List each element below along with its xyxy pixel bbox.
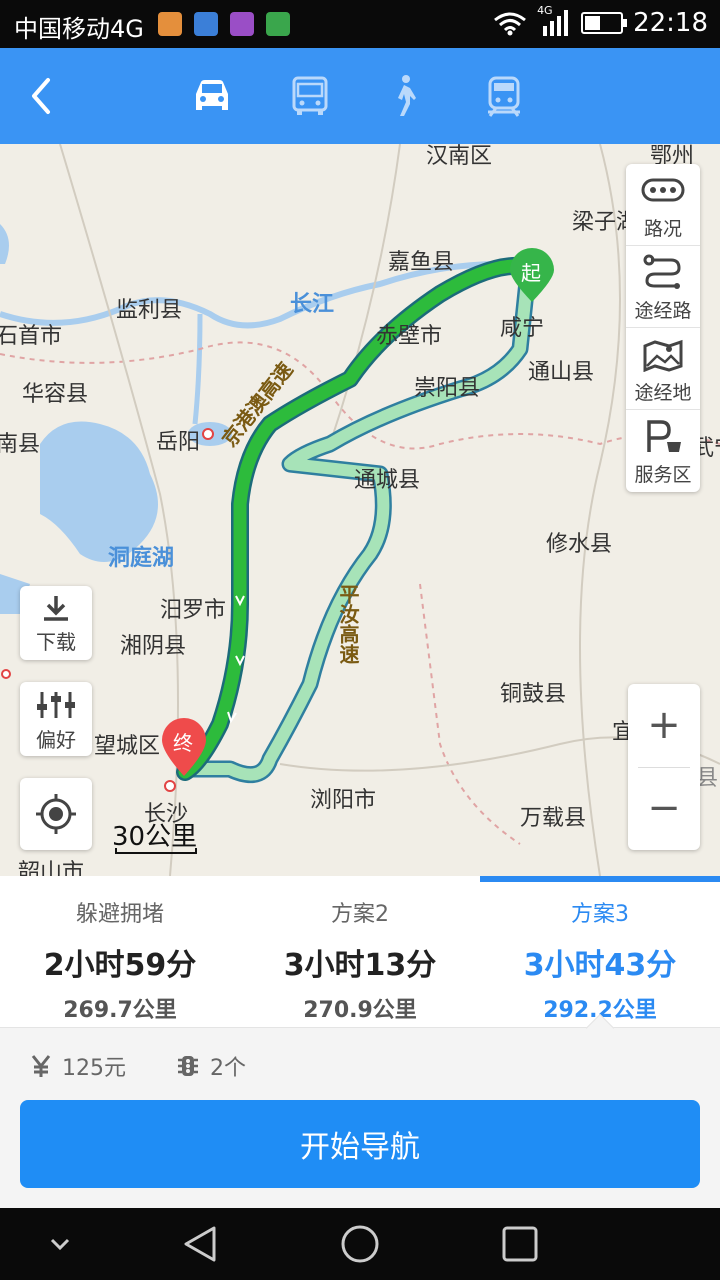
route-option-3[interactable]: 方案3 3小时43分 292.2公里: [480, 876, 720, 1028]
zoom-out-button[interactable]: −: [628, 767, 700, 850]
locate-icon: [36, 794, 76, 834]
yen-icon: [31, 1055, 51, 1077]
carrier-label: 中国移动4G: [14, 15, 144, 43]
map-label-river: 长江: [290, 292, 335, 317]
preference-label: 偏好: [36, 728, 76, 752]
traffic-light-count: 2个: [210, 1056, 246, 1081]
route-distance: 269.7公里: [63, 998, 177, 1023]
map-tools-panel: 路况 途经路 途经地 服务区: [626, 164, 700, 492]
map-label-place: 汉南区: [426, 144, 493, 169]
gallery-notification-icon: [230, 12, 254, 36]
map-label-place: 咸宁: [500, 316, 545, 341]
service-area-button[interactable]: 服务区: [626, 410, 700, 492]
traffic-button[interactable]: 路况: [626, 164, 700, 246]
map-scale-bar: [115, 848, 197, 854]
traffic-label: 路况: [643, 218, 682, 240]
route-time: 3小时43分: [523, 948, 677, 983]
map-label-place: 万载县: [520, 806, 587, 831]
route-time: 3小时13分: [283, 948, 437, 983]
map-label-place: 南县: [0, 432, 41, 457]
route-name: 方案3: [571, 902, 629, 927]
zoom-in-button[interactable]: +: [628, 684, 700, 767]
service-area-label: 服务区: [634, 464, 692, 486]
route-name: 方案2: [331, 902, 389, 927]
road-label-highway: 平汝高速: [336, 584, 360, 664]
grid-notification-icon: [266, 12, 290, 36]
via-place-icon: [643, 339, 683, 373]
map-label-place: 修水县: [546, 532, 613, 557]
start-marker-label: 起: [521, 261, 541, 285]
map-label-place: 监利县: [116, 298, 183, 323]
map-label-place: 湘阴县: [120, 634, 187, 659]
route-option-1[interactable]: 躲避拥堵 2小时59分 269.7公里: [0, 876, 240, 1028]
map-label-place: 汨罗市: [160, 598, 227, 623]
map-label-place: 赤壁市: [376, 324, 443, 349]
map-label-place: 望城区: [94, 734, 161, 759]
signal-icon: 4G: [537, 4, 571, 38]
preference-icon: [37, 692, 75, 718]
via-place-label: 途经地: [634, 382, 692, 404]
status-bar: 中国移动4G 4G 22:18: [0, 0, 720, 48]
via-place-button[interactable]: 途经地: [626, 328, 700, 410]
route-map[interactable]: 汉南区 鄂州 梁子湖 嘉鱼县 咸宁 通山县 监利县 赤壁市 石首市 崇阳县 华容…: [0, 144, 720, 876]
download-label: 下载: [36, 630, 76, 654]
wifi-icon: [494, 12, 526, 36]
map-label-place: 崇阳县: [414, 376, 481, 401]
battery-icon: [581, 12, 628, 34]
via-road-label: 途经路: [634, 300, 692, 322]
map-base: [0, 144, 720, 876]
notification-icons: [158, 12, 290, 36]
map-label-place: 嘉鱼县: [388, 250, 455, 275]
recents-nav-icon[interactable]: [500, 1224, 540, 1264]
bus-icon[interactable]: [286, 72, 334, 120]
traffic-light-icon: [178, 1056, 198, 1076]
via-road-button[interactable]: 途经路: [626, 246, 700, 328]
hide-keyboard-icon[interactable]: [48, 1224, 72, 1264]
walk-icon[interactable]: [380, 72, 428, 120]
preference-button[interactable]: 偏好: [20, 682, 92, 756]
map-label-place: 岳阳: [156, 430, 201, 455]
train-icon[interactable]: [480, 72, 528, 120]
home-nav-icon[interactable]: [340, 1224, 380, 1264]
map-label-place: 浏阳市: [310, 788, 377, 813]
car-icon[interactable]: [188, 72, 236, 120]
header-bar: [0, 48, 720, 144]
location-notification-icon: [194, 12, 218, 36]
map-label-place: 通山县: [528, 360, 595, 385]
map-label-place: 华容县: [22, 382, 89, 407]
map-label-place: 韶山市: [18, 860, 85, 876]
download-button[interactable]: 下载: [20, 586, 92, 660]
route-name: 躲避拥堵: [75, 902, 164, 927]
clock: 22:18: [633, 8, 708, 38]
map-label-place: 石首市: [0, 324, 63, 349]
route-time: 2小时59分: [43, 948, 197, 983]
back-arrow-icon[interactable]: [20, 72, 68, 120]
map-label-place: 铜鼓县: [500, 682, 567, 707]
back-nav-icon[interactable]: [180, 1224, 220, 1264]
start-navigation-button[interactable]: 开始导航: [20, 1100, 700, 1188]
route-options: 躲避拥堵 2小时59分 269.7公里 方案2 3小时13分 270.9公里 方…: [0, 876, 720, 1028]
system-nav-bar: [0, 1208, 720, 1280]
traffic-icon: [641, 178, 685, 202]
map-label-place: 通城县: [354, 468, 421, 493]
route-detail-panel: 125元 2个 开始导航: [0, 1013, 720, 1208]
zoom-controls: + −: [628, 684, 700, 850]
end-marker-label: 终: [173, 731, 193, 755]
locate-button[interactable]: [20, 778, 92, 850]
download-icon: [44, 596, 68, 621]
route-option-2[interactable]: 方案2 3小时13分 270.9公里: [240, 876, 480, 1028]
route-distance: 270.9公里: [303, 998, 417, 1023]
app-notification-icon: [158, 12, 182, 36]
toll-cost: 125元: [62, 1056, 126, 1081]
via-road-icon: [643, 254, 681, 289]
map-label-lake: 洞庭湖: [108, 546, 175, 571]
service-area-icon: [647, 420, 681, 452]
